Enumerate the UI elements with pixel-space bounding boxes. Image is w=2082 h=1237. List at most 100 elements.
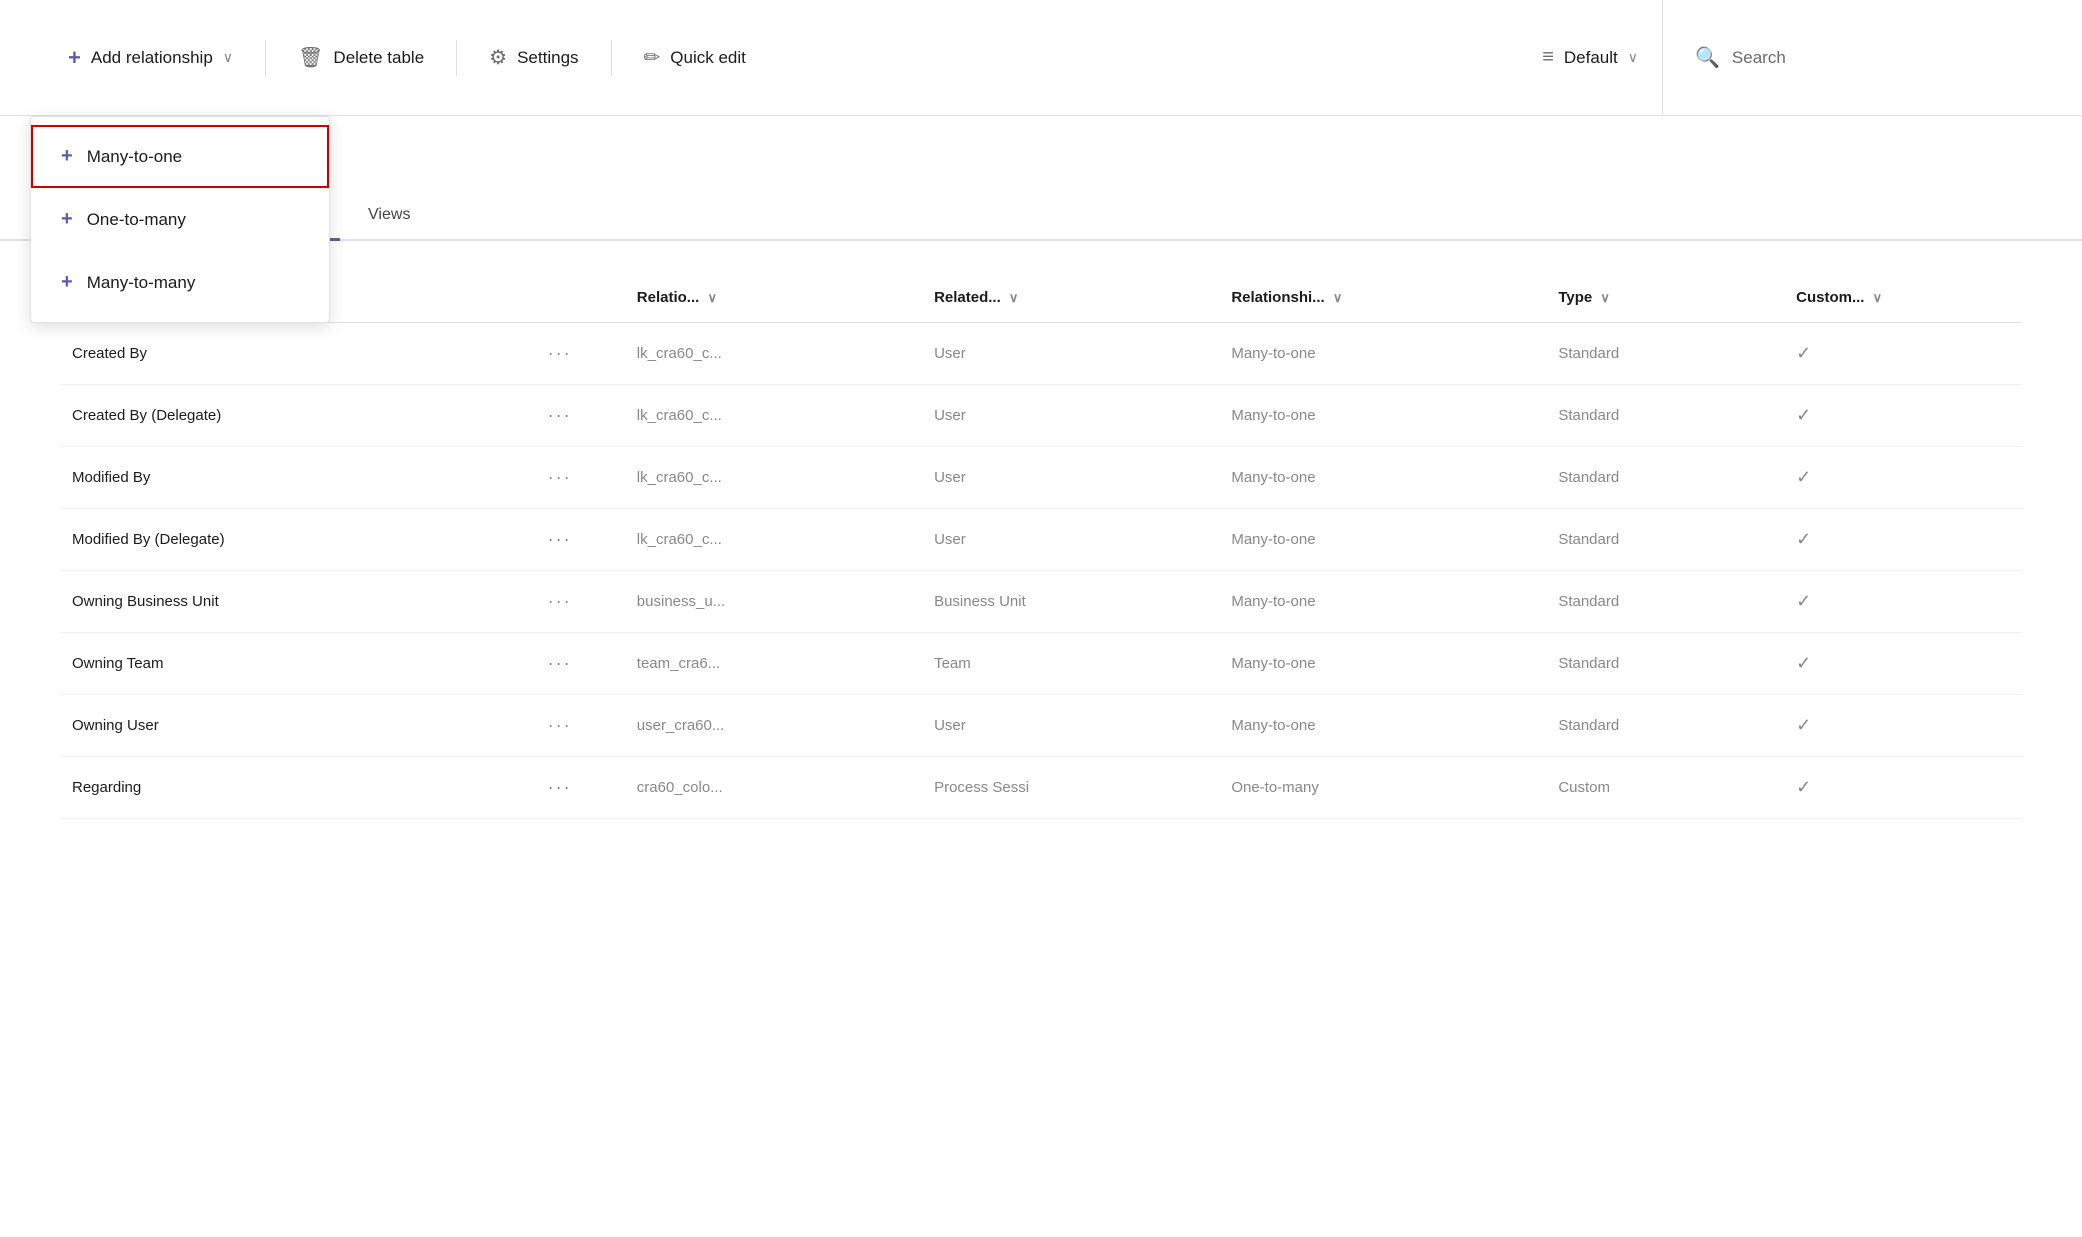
table-row[interactable]: Owning Business Unit ··· business_u... B…	[60, 571, 2022, 633]
cell-dots-5[interactable]: ···	[536, 633, 625, 695]
chevron-down-icon: ∨	[223, 49, 233, 66]
default-view-button[interactable]: ≡ Default ∨	[1518, 30, 1662, 86]
cell-display-name-6: Owning User	[60, 695, 536, 757]
cell-dots-2[interactable]: ···	[536, 447, 625, 509]
cell-dots-4[interactable]: ···	[536, 571, 625, 633]
search-button[interactable]: 🔍 Search	[1662, 0, 2042, 116]
cell-relation-0: lk_cra60_c...	[625, 323, 922, 385]
cell-dots-1[interactable]: ···	[536, 385, 625, 447]
table-row[interactable]: Owning User ··· user_cra60... User Many-…	[60, 695, 2022, 757]
one-to-many-label: One-to-many	[87, 210, 186, 230]
dropdown-item-one-to-many[interactable]: + One-to-many	[31, 188, 329, 251]
cell-relationship-5: Many-to-one	[1219, 633, 1546, 695]
plus-icon-one-to-many: +	[61, 208, 73, 231]
chevron-related-icon: ∨	[1009, 290, 1019, 305]
table-row[interactable]: Owning Team ··· team_cra6... Team Many-t…	[60, 633, 2022, 695]
cell-relationship-1: Many-to-one	[1219, 385, 1546, 447]
chevron-type-icon: ∨	[1600, 290, 1610, 305]
cell-display-name-5: Owning Team	[60, 633, 536, 695]
cell-relationship-6: Many-to-one	[1219, 695, 1546, 757]
cell-type-2: Standard	[1546, 447, 1784, 509]
cell-custom-0: ✓	[1784, 323, 2022, 385]
cell-custom-4: ✓	[1784, 571, 2022, 633]
table-row[interactable]: Modified By ··· lk_cra60_c... User Many-…	[60, 447, 2022, 509]
cell-relation-5: team_cra6...	[625, 633, 922, 695]
col-header-custom[interactable]: Custom... ∨	[1784, 273, 2022, 323]
cell-type-0: Standard	[1546, 323, 1784, 385]
cell-relation-1: lk_cra60_c...	[625, 385, 922, 447]
breadcrumb: Tables › Color	[60, 148, 2022, 180]
chevron-relation-icon: ∨	[707, 290, 717, 305]
settings-button[interactable]: ⚙ Settings	[461, 30, 606, 86]
search-label: Search	[1732, 48, 1786, 68]
cell-dots-3[interactable]: ···	[536, 509, 625, 571]
quick-edit-button[interactable]: ✏ Quick edit	[616, 30, 774, 86]
cell-relation-7: cra60_colo...	[625, 757, 922, 819]
dropdown-item-many-to-one[interactable]: + Many-to-one	[31, 125, 329, 188]
quick-edit-label: Quick edit	[670, 48, 746, 68]
cell-type-1: Standard	[1546, 385, 1784, 447]
cell-relationship-2: Many-to-one	[1219, 447, 1546, 509]
cell-relation-6: user_cra60...	[625, 695, 922, 757]
cell-relation-2: lk_cra60_c...	[625, 447, 922, 509]
cell-custom-1: ✓	[1784, 385, 2022, 447]
chevron-custom-icon: ∨	[1873, 290, 1883, 305]
relationships-table: Display name ↑ ∨ Relatio... ∨ Related...…	[60, 273, 2022, 819]
cell-relation-4: business_u...	[625, 571, 922, 633]
gear-icon: ⚙	[489, 45, 507, 70]
plus-icon-many-to-one: +	[61, 145, 73, 168]
dropdown-item-many-to-many[interactable]: + Many-to-many	[31, 251, 329, 314]
cell-related-4: Business Unit	[922, 571, 1219, 633]
many-to-many-label: Many-to-many	[87, 273, 196, 293]
toolbar-divider-1	[265, 40, 266, 76]
add-relationship-dropdown: + Many-to-one + One-to-many + Many-to-ma…	[30, 116, 330, 323]
add-relationship-label: Add relationship	[91, 48, 213, 68]
cell-relationship-3: Many-to-one	[1219, 509, 1546, 571]
cell-related-3: User	[922, 509, 1219, 571]
cell-related-0: User	[922, 323, 1219, 385]
toolbar: + Add relationship ∨ 🗑 Delete table ⚙ Se…	[0, 0, 2082, 116]
cell-custom-5: ✓	[1784, 633, 2022, 695]
chevron-relationship-icon: ∨	[1333, 290, 1343, 305]
cell-dots-0[interactable]: ···	[536, 323, 625, 385]
cell-related-2: User	[922, 447, 1219, 509]
cell-display-name-0: Created By	[60, 323, 536, 385]
default-chevron-icon: ∨	[1628, 49, 1638, 66]
cell-custom-6: ✓	[1784, 695, 2022, 757]
table-row[interactable]: Created By (Delegate) ··· lk_cra60_c... …	[60, 385, 2022, 447]
cell-dots-7[interactable]: ···	[536, 757, 625, 819]
add-relationship-button[interactable]: + Add relationship ∨	[40, 30, 261, 86]
table-row[interactable]: Created By ··· lk_cra60_c... User Many-t…	[60, 323, 2022, 385]
col-header-type[interactable]: Type ∨	[1546, 273, 1784, 323]
col-header-related[interactable]: Related... ∨	[922, 273, 1219, 323]
cell-type-3: Standard	[1546, 509, 1784, 571]
dropdown-menu-overlay: + Many-to-one + One-to-many + Many-to-ma…	[30, 116, 330, 323]
many-to-one-label: Many-to-one	[87, 147, 182, 167]
delete-table-button[interactable]: 🗑 Delete table	[270, 30, 452, 86]
table-row[interactable]: Regarding ··· cra60_colo... Process Sess…	[60, 757, 2022, 819]
cell-display-name-3: Modified By (Delegate)	[60, 509, 536, 571]
cell-relation-3: lk_cra60_c...	[625, 509, 922, 571]
col-header-relationship[interactable]: Relationshi... ∨	[1219, 273, 1546, 323]
search-icon: 🔍	[1695, 45, 1720, 70]
cell-dots-6[interactable]: ···	[536, 695, 625, 757]
delete-table-label: Delete table	[333, 48, 424, 68]
tab-views[interactable]: Views	[340, 192, 438, 241]
cell-relationship-7: One-to-many	[1219, 757, 1546, 819]
cell-custom-2: ✓	[1784, 447, 2022, 509]
cell-type-5: Standard	[1546, 633, 1784, 695]
cell-type-4: Standard	[1546, 571, 1784, 633]
cell-custom-3: ✓	[1784, 509, 2022, 571]
cell-relationship-4: Many-to-one	[1219, 571, 1546, 633]
col-header-relation[interactable]: Relatio... ∨	[625, 273, 922, 323]
cell-type-7: Custom	[1546, 757, 1784, 819]
col-header-dots	[536, 273, 625, 323]
cell-type-6: Standard	[1546, 695, 1784, 757]
table-row[interactable]: Modified By (Delegate) ··· lk_cra60_c...…	[60, 509, 2022, 571]
cell-custom-7: ✓	[1784, 757, 2022, 819]
cell-relationship-0: Many-to-one	[1219, 323, 1546, 385]
cell-related-6: User	[922, 695, 1219, 757]
toolbar-divider-3	[611, 40, 612, 76]
cell-display-name-4: Owning Business Unit	[60, 571, 536, 633]
settings-label: Settings	[517, 48, 578, 68]
